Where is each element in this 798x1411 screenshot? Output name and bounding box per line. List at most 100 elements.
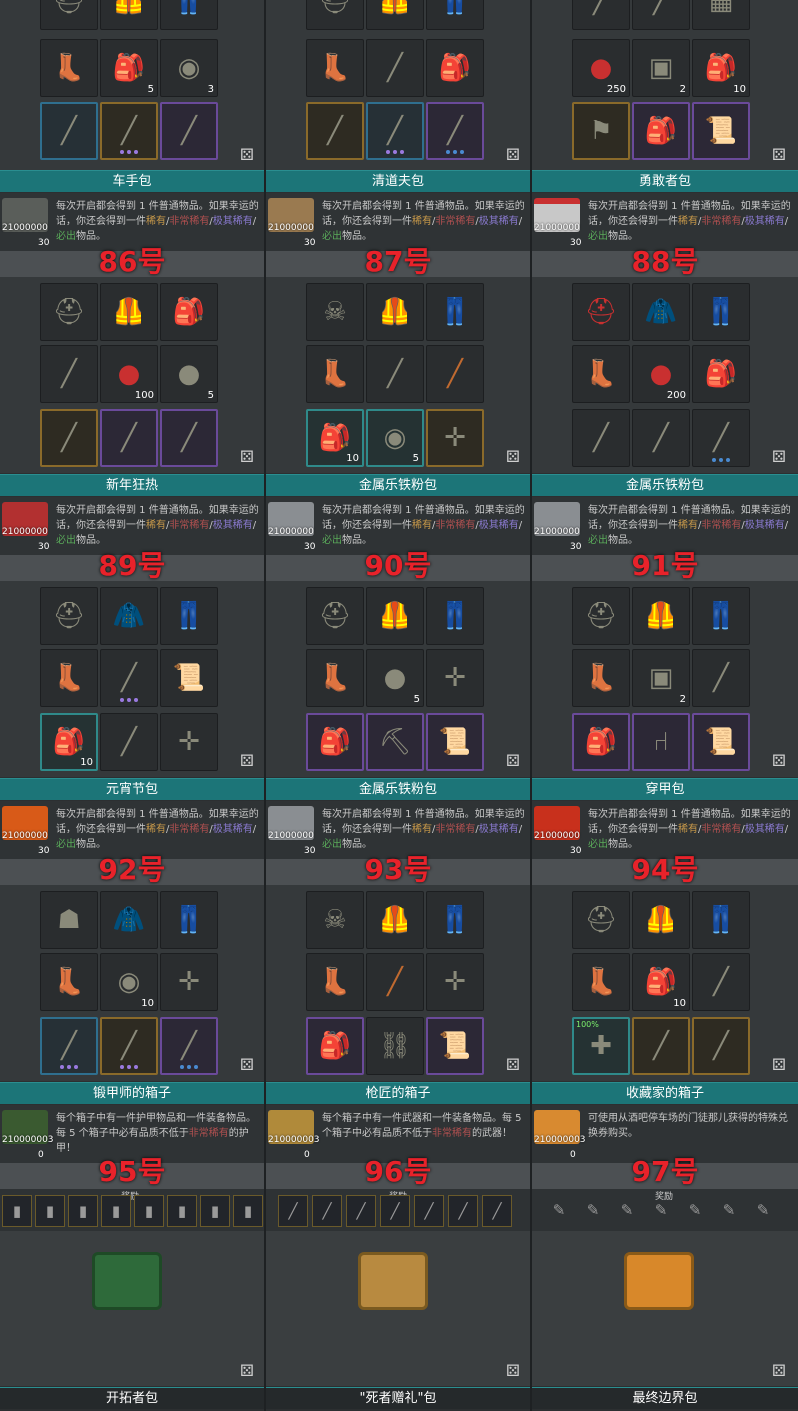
dice-icon[interactable]: ⚄ <box>772 447 786 466</box>
dice-icon[interactable]: ⚄ <box>240 447 254 466</box>
coupon-item[interactable]: ✎ <box>714 1195 744 1227</box>
armor-item[interactable]: ▮ <box>167 1195 197 1227</box>
backpack-icon: 🎒 <box>644 116 678 146</box>
backpack-icon: 🎒 <box>704 359 738 389</box>
item-block-top: ⛑ 🦺 👖 👢 ╱ 🎒 ╱ ╱ ╱ ⚄ <box>266 0 530 170</box>
pack-title-bar: 金属乐铁粉包 <box>266 474 530 496</box>
weapon-item[interactable]: ╱ <box>414 1195 444 1227</box>
sniper-rifle-icon: ╱ <box>61 1031 77 1061</box>
crossbow-icon: ✛ <box>178 967 200 997</box>
item-block: ⛑ 🦺 🎒 ╱ ● 100 ● 5 ╱ ╱ ╱ ⚄ <box>0 277 264 473</box>
dice-icon[interactable]: ⚄ <box>772 1361 786 1380</box>
pack-info: 21000000 30 每次开启都会得到 1 件普通物品。如果幸运的话，你还会得… <box>0 497 264 555</box>
weapon-item[interactable]: ╱ <box>448 1195 478 1227</box>
helmet-icon: ⛑ <box>318 601 352 631</box>
pack-info: 21000000 30 每次开启都会得到 1 件普通物品。如果幸运的话，你还会得… <box>266 497 530 555</box>
chain-icon: ⛓ <box>378 1031 412 1061</box>
armor-item[interactable]: ▮ <box>233 1195 263 1227</box>
collector-chest-icon[interactable] <box>624 1252 694 1310</box>
drill-icon: ╱ <box>447 359 463 389</box>
medkit-icon: 🎒 <box>52 727 86 757</box>
dice-icon[interactable]: ⚄ <box>240 145 254 164</box>
grenade-icon: ● <box>177 359 201 389</box>
vest-icon: 🦺 <box>112 297 146 327</box>
armor-chest-icon[interactable] <box>92 1252 162 1310</box>
grenade-icon: ● <box>383 663 407 693</box>
weapon-chest-icon[interactable] <box>358 1252 428 1310</box>
shotgun-icon: ╱ <box>121 663 137 693</box>
pack-title-bar: 元宵节包 <box>0 778 264 800</box>
pants-icon: 👖 <box>438 0 472 16</box>
coupon-item[interactable]: ✎ <box>612 1195 642 1227</box>
pack-number: 91号 <box>631 549 699 582</box>
pants-icon: 👖 <box>438 297 472 327</box>
weapon-item[interactable]: ╱ <box>482 1195 512 1227</box>
item-block: ☠ 🦺 👖 👢 ╱ ✛ 🎒 ⛓ 📜 ⚄ <box>266 885 530 1081</box>
rifle-icon: ╱ <box>327 116 343 146</box>
dice-icon[interactable]: ⚄ <box>506 145 520 164</box>
weapon-item[interactable]: ╱ <box>380 1195 410 1227</box>
pack-description: 每次开启都会得到 1 件普通物品。如果幸运的话，你还会得到一件稀有/非常稀有/极… <box>322 809 525 850</box>
dice-icon[interactable]: ⚄ <box>240 1361 254 1380</box>
pack-description: 每次开启都会得到 1 件普通物品。如果幸运的话，你还会得到一件稀有/非常稀有/极… <box>588 809 791 850</box>
reward-strip: 奖励 ▮ ▮ ▮ ▮ ▮ ▮ ▮ ▮ <box>0 1189 264 1231</box>
coupon-item[interactable]: ✎ <box>748 1195 778 1227</box>
pack-number: 94号 <box>631 853 699 886</box>
dice-icon[interactable]: ⚄ <box>506 1361 520 1380</box>
sniper-rifle-icon: ╱ <box>181 1031 197 1061</box>
weapon-item[interactable]: ╱ <box>278 1195 308 1227</box>
armor-icon: 🦺 <box>378 905 412 935</box>
reward-strip: 奖励 ✎ ✎ ✎ ✎ ✎ ✎ ✎ <box>532 1189 798 1231</box>
dice-icon[interactable]: ⚄ <box>506 751 520 770</box>
armor-item[interactable]: ▮ <box>35 1195 65 1227</box>
dice-icon[interactable]: ⚄ <box>506 1055 520 1074</box>
dice-icon[interactable]: ⚄ <box>772 145 786 164</box>
blueprint-icon: 📜 <box>704 116 738 146</box>
armor-item[interactable]: ▮ <box>134 1195 164 1227</box>
bottle-cap-icon: ● <box>649 359 673 389</box>
coupon-item[interactable]: ✎ <box>646 1195 676 1227</box>
helmet-icon: ⛑ <box>52 601 86 631</box>
vest-icon: 🦺 <box>378 601 412 631</box>
crossbow-icon: ✛ <box>444 663 466 693</box>
boots-icon: 👢 <box>584 359 618 389</box>
chair-icon: ⑁ <box>653 727 669 757</box>
rifle-icon: ╱ <box>121 1031 137 1061</box>
coupon-item[interactable]: ✎ <box>680 1195 710 1227</box>
pants-icon: 👖 <box>704 905 738 935</box>
sniper-rifle-icon: ╱ <box>713 423 729 453</box>
chest-description: 每个箱子中有一件护甲物品和一件装备物品。每 5 个箱子中必有品质不低于非常稀有的… <box>56 1113 256 1154</box>
pack-number: 87号 <box>364 245 432 278</box>
dice-icon[interactable]: ⚄ <box>240 751 254 770</box>
pack-number: 89号 <box>98 549 166 582</box>
column-3: ╱ ╱ ▦ ● 250 ▣ 2 🎒 10 ⚑ 🎒 📜 ⚄ 勇敢者包 21000000 … <box>532 0 798 1411</box>
pickaxe-icon: ⛏ <box>378 727 412 757</box>
pack-info: 21000000 30 每次开启都会得到 1 件普通物品。如果幸运的话，你还会得… <box>532 801 798 859</box>
pants-icon: 👖 <box>704 297 738 327</box>
dice-icon[interactable]: ⚄ <box>506 447 520 466</box>
armor-item[interactable]: ▮ <box>2 1195 32 1227</box>
dice-icon[interactable]: ⚄ <box>240 1055 254 1074</box>
vest-icon: 🦺 <box>644 601 678 631</box>
coupon-item[interactable]: ✎ <box>544 1195 574 1227</box>
dice-icon[interactable]: ⚄ <box>772 1055 786 1074</box>
armor-item[interactable]: ▮ <box>101 1195 131 1227</box>
pack-description: 每次开启都会得到 1 件普通物品。如果幸运的话，你还会得到一件稀有/非常稀有/极… <box>588 201 791 242</box>
pack-number: 93号 <box>364 853 432 886</box>
pack-title-bar: 枪匠的箱子 <box>266 1082 530 1104</box>
weapon-item[interactable]: ╱ <box>346 1195 376 1227</box>
vest-icon: 🦺 <box>378 0 412 16</box>
reward-strip: 奖励 ╱ ╱ ╱ ╱ ╱ ╱ ╱ <box>266 1189 530 1231</box>
dice-icon[interactable]: ⚄ <box>772 751 786 770</box>
pack-number: 97号 <box>631 1155 699 1188</box>
coupon-item[interactable]: ✎ <box>578 1195 608 1227</box>
pack-title-bar: 穿甲包 <box>532 778 798 800</box>
backpack-icon: 🎒 <box>584 727 618 757</box>
rifle-icon: ╱ <box>713 1031 729 1061</box>
helmet-icon: ⛑ <box>318 0 352 16</box>
chest-display: ⚄ <box>266 1231 530 1386</box>
pack-description: 每次开启都会得到 1 件普通物品。如果幸运的话，你还会得到一件稀有/非常稀有/极… <box>322 201 525 242</box>
armor-item[interactable]: ▮ <box>200 1195 230 1227</box>
weapon-item[interactable]: ╱ <box>312 1195 342 1227</box>
armor-item[interactable]: ▮ <box>68 1195 98 1227</box>
